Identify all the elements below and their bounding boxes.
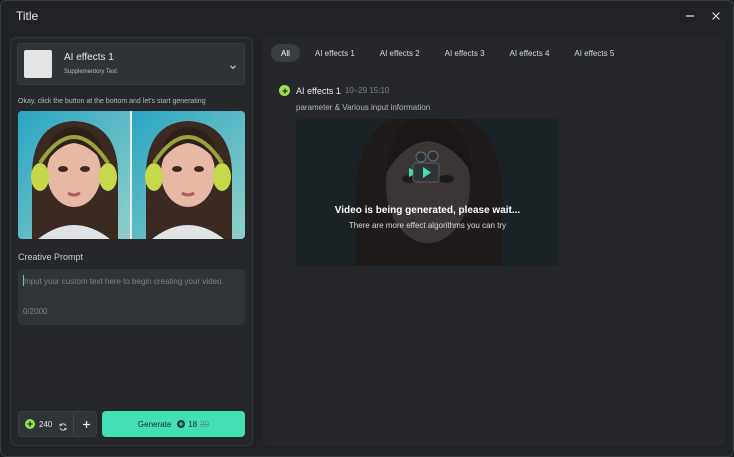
credits-widget: 240	[18, 411, 97, 437]
effect-name: AI effects 1	[64, 52, 114, 63]
prompt-label: Creative Prompt	[18, 252, 84, 262]
plus-circle-icon	[279, 85, 290, 96]
video-camera-icon	[408, 149, 446, 185]
credits-balance: 240	[39, 420, 53, 429]
refresh-icon[interactable]	[58, 419, 68, 431]
app-window: Title AI effects 1 Supplementory Text Ok…	[0, 0, 734, 457]
video-overlay	[296, 119, 559, 266]
generation-status-title: Video is being generated, please wait...	[334, 205, 521, 216]
plus-icon	[82, 420, 90, 428]
generation-status-subtitle: There are more effect algorithms you can…	[348, 221, 507, 230]
tab-ai-effects-5[interactable]: AI effects 5	[564, 44, 624, 62]
generate-label: Generate	[137, 419, 172, 429]
generate-button[interactable]: Generate 18 20	[102, 411, 245, 437]
generate-cost: 18	[188, 419, 198, 429]
effect-thumbnail	[24, 50, 52, 78]
prompt-box[interactable]: 0/2000	[18, 269, 245, 325]
effect-selector[interactable]: AI effects 1 Supplementory Text	[17, 43, 245, 85]
effect-subtext: Supplementory Text	[64, 69, 117, 75]
preview-before	[18, 111, 132, 239]
close-icon[interactable]	[707, 7, 725, 25]
character-count: 0/2000	[23, 307, 48, 316]
add-credits-button[interactable]	[77, 415, 95, 433]
minimize-icon[interactable]	[681, 7, 699, 25]
effect-preview-image	[18, 111, 245, 239]
entry-effect-name: AI effects 1	[296, 85, 341, 96]
video-placeholder: Video is being generated, please wait...…	[296, 119, 559, 266]
right-panel: All AI effects 1 AI effects 2 AI effects…	[262, 37, 725, 446]
divider	[73, 414, 74, 434]
chevron-down-icon[interactable]	[228, 59, 238, 70]
tab-ai-effects-1[interactable]: AI effects 1	[305, 44, 365, 62]
preview-divider[interactable]	[130, 111, 132, 239]
plus-circle-icon	[25, 419, 35, 429]
tab-ai-effects-2[interactable]: AI effects 2	[370, 44, 430, 62]
tab-ai-effects-4[interactable]: AI effects 4	[500, 44, 560, 62]
history-entry-header: AI effects 1 10–29 15:10	[279, 85, 389, 96]
left-panel: AI effects 1 Supplementory Text Okay, cl…	[10, 37, 253, 446]
title-bar: Title	[1, 1, 733, 31]
effect-tabs: All AI effects 1 AI effects 2 AI effects…	[271, 44, 624, 62]
generate-original-cost: 20	[200, 419, 210, 429]
prompt-input[interactable]	[24, 273, 240, 289]
entry-parameters: parameter & Various input information	[296, 103, 431, 112]
tab-all[interactable]: All	[271, 44, 300, 62]
tab-ai-effects-3[interactable]: AI effects 3	[435, 44, 495, 62]
preview-after	[131, 111, 246, 239]
hint-text: Okay, click the button at the bottom and…	[18, 98, 206, 105]
entry-timestamp: 10–29 15:10	[344, 86, 390, 95]
coin-icon	[177, 420, 186, 428]
window-title: Title	[16, 9, 39, 23]
